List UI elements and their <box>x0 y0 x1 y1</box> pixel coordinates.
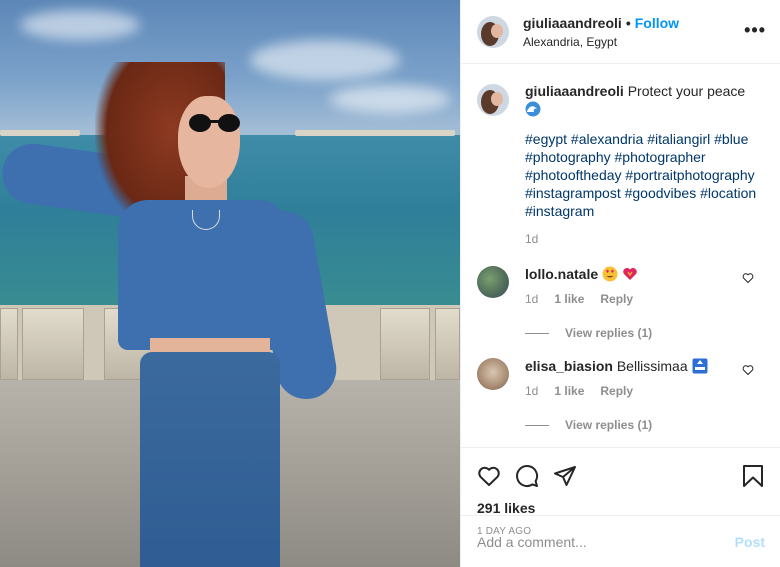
commenter-avatar[interactable] <box>477 266 509 298</box>
photo-jeans <box>140 352 280 567</box>
share-button[interactable] <box>553 464 577 488</box>
bookmark-icon <box>743 465 763 487</box>
post-comment-button[interactable]: Post <box>735 534 765 550</box>
comments-section[interactable]: giuliaaandreoli Protect your peace #egyp… <box>461 64 780 447</box>
comment-body: lollo.natale 1d 1 like Reply <box>525 266 745 306</box>
author-avatar[interactable] <box>477 15 509 48</box>
caption-username[interactable]: giuliaaandreoli <box>525 83 624 99</box>
view-replies-label: View replies (1) <box>565 418 653 432</box>
photo-wall-block <box>380 308 430 380</box>
header-text: giuliaaandreoli • Follow Alexandria, Egy… <box>523 15 679 49</box>
like-comment-heart-icon[interactable] <box>742 364 754 376</box>
caption-time[interactable]: 1d <box>525 230 764 248</box>
send-icon <box>554 466 576 486</box>
sunglasses-icon <box>189 114 240 132</box>
caption-avatar[interactable] <box>477 84 509 116</box>
photo-shore <box>295 130 455 136</box>
caption-body: giuliaaandreoli Protect your peace #egyp… <box>525 82 764 248</box>
heart-icon <box>478 466 500 486</box>
follow-button[interactable]: Follow <box>635 15 679 31</box>
more-options-icon[interactable]: ••• <box>744 20 766 41</box>
add-comment-bar: Post <box>461 515 780 567</box>
photo-shore <box>0 130 80 136</box>
post-photo[interactable] <box>0 0 460 567</box>
view-replies-button[interactable]: View replies (1) <box>525 326 764 340</box>
comment-item: lollo.natale 1d 1 like Reply <box>477 266 764 306</box>
sparkling-heart-emoji-icon <box>623 268 637 280</box>
top-emoji-icon <box>692 358 708 374</box>
reply-button[interactable]: Reply <box>600 292 633 306</box>
commenter-username[interactable]: lollo.natale <box>525 266 598 282</box>
caption: giuliaaandreoli Protect your peace #egyp… <box>477 82 764 248</box>
post-panel: giuliaaandreoli • Follow Alexandria, Egy… <box>460 0 780 567</box>
add-comment-input[interactable] <box>477 533 735 550</box>
view-replies-label: View replies (1) <box>565 326 653 340</box>
comment-text: Bellissimaa <box>616 358 688 374</box>
header-row: giuliaaandreoli • Follow <box>523 15 679 31</box>
comment-likes[interactable]: 1 like <box>554 292 584 306</box>
photo-cloud <box>250 40 400 80</box>
post-actions <box>477 456 764 496</box>
comment-meta: 1d 1 like Reply <box>525 384 745 398</box>
comment-button[interactable] <box>515 464 539 488</box>
photo-wall-block <box>22 308 84 380</box>
like-comment-heart-icon[interactable] <box>742 272 754 284</box>
heart-eyes-emoji-icon <box>602 266 618 282</box>
photo-cloud <box>20 10 140 40</box>
commenter-avatar[interactable] <box>477 358 509 390</box>
likes-count[interactable]: 291 likes <box>477 500 764 516</box>
caption-hashtags[interactable]: #egypt #alexandria #italiangirl #blue #p… <box>525 130 764 220</box>
instagram-post: giuliaaandreoli • Follow Alexandria, Egy… <box>0 0 780 567</box>
wave-emoji-icon <box>525 101 541 117</box>
like-button[interactable] <box>477 464 501 488</box>
photo-face <box>178 96 240 188</box>
save-button[interactable] <box>742 464 764 491</box>
photo-wall-block <box>435 308 460 380</box>
comment-meta: 1d 1 like Reply <box>525 292 745 306</box>
replies-line <box>525 424 549 426</box>
comment-body: elisa_biasion Bellissimaa 1d 1 like Repl… <box>525 358 745 398</box>
post-header: giuliaaandreoli • Follow Alexandria, Egy… <box>461 0 780 64</box>
reply-button[interactable]: Reply <box>600 384 633 398</box>
separator-dot: • <box>625 14 631 31</box>
post-location[interactable]: Alexandria, Egypt <box>523 35 679 49</box>
comment-likes[interactable]: 1 like <box>554 384 584 398</box>
comment-time[interactable]: 1d <box>525 292 538 306</box>
photo-cloud <box>330 85 450 113</box>
replies-line <box>525 332 549 334</box>
comment-bubble-icon <box>516 465 539 487</box>
view-replies-button[interactable]: View replies (1) <box>525 418 764 432</box>
comment-time[interactable]: 1d <box>525 384 538 398</box>
commenter-username[interactable]: elisa_biasion <box>525 358 613 374</box>
author-username[interactable]: giuliaaandreoli <box>523 15 622 31</box>
photo-wall-block <box>0 308 18 380</box>
comment-item: elisa_biasion Bellissimaa 1d 1 like Repl… <box>477 358 764 398</box>
caption-text: Protect your peace <box>627 83 746 99</box>
